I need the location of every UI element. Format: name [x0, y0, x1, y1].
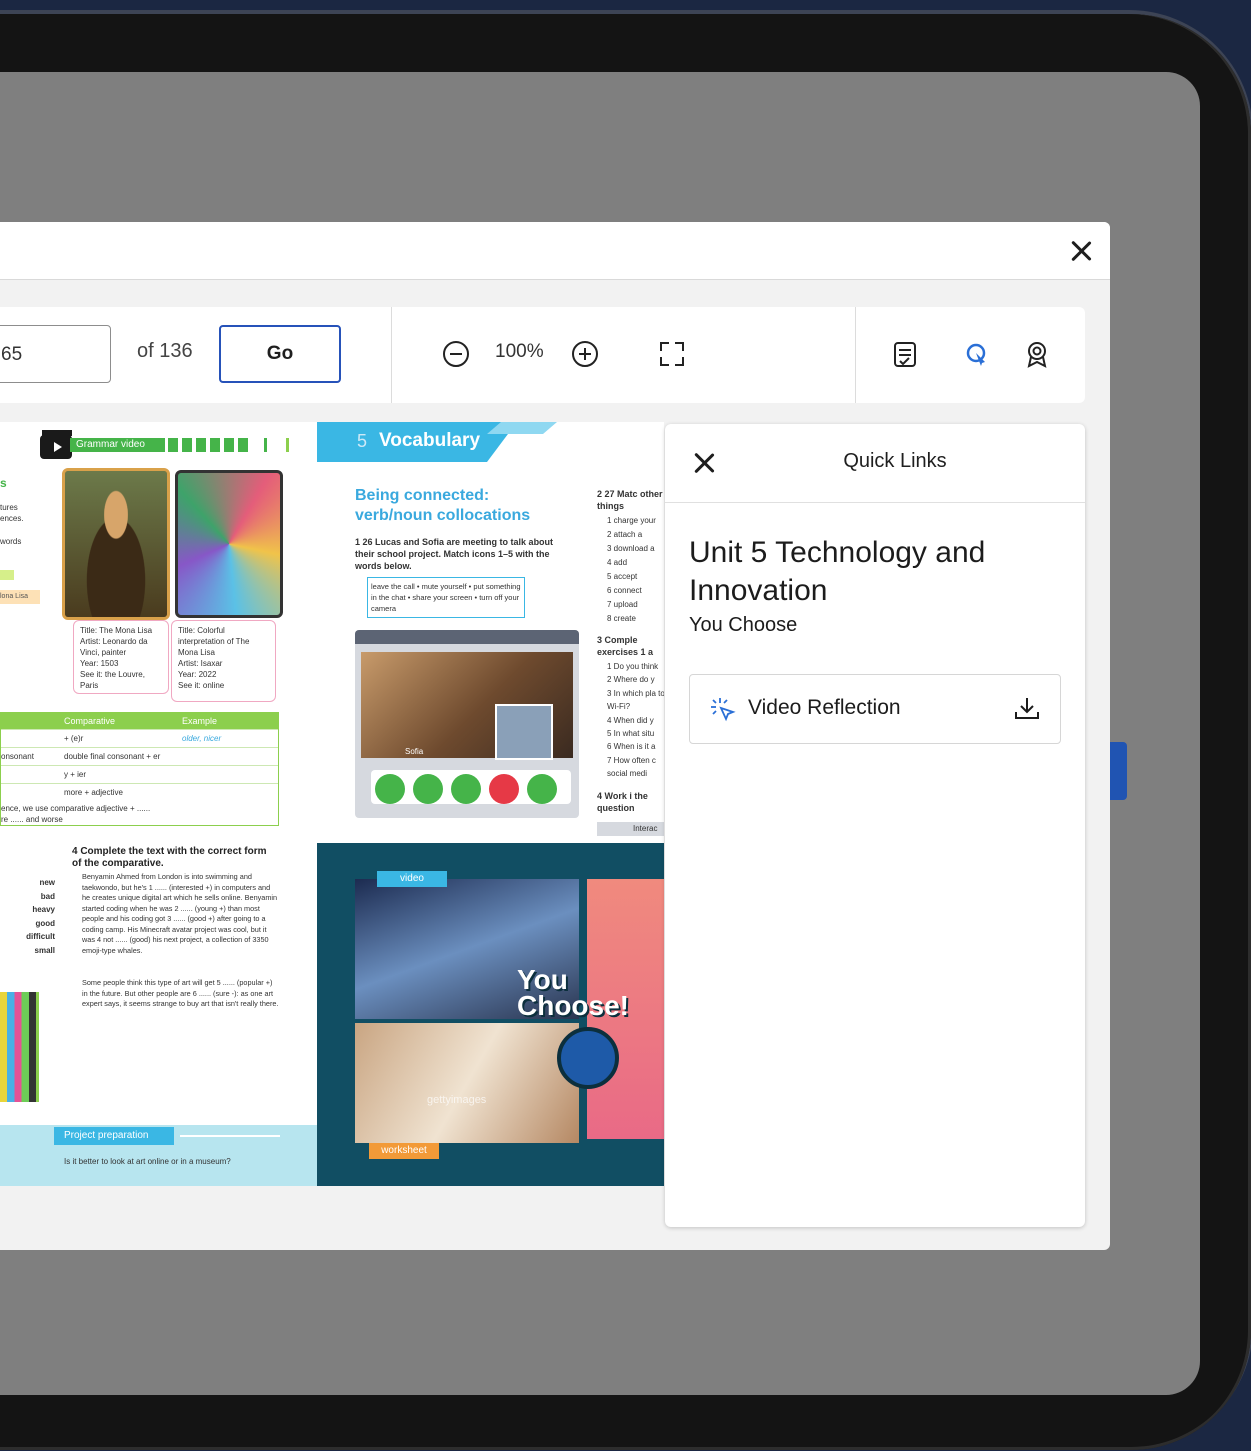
banner-stripes — [168, 438, 248, 452]
book-left-page: Grammar video s tures ences. words lona L… — [0, 422, 317, 1186]
toolbar-divider — [391, 307, 392, 403]
grammar-video-banner[interactable]: Grammar video — [70, 438, 165, 452]
caption-location: See it: the Louvre, Paris — [80, 670, 145, 690]
close-modal-icon[interactable] — [1068, 238, 1094, 264]
sparkle-pointer-icon — [711, 698, 736, 722]
video-label: video — [377, 871, 447, 887]
caption-artist: Artist: Isaxar — [178, 659, 223, 668]
quick-links-panel: Quick Links Unit 5 Technology and Innova… — [665, 424, 1085, 1227]
participant-name: Sofia — [405, 747, 424, 756]
table-row: more + adjective — [1, 783, 278, 801]
toolbar-divider — [855, 307, 856, 403]
worksheet-thumbnail[interactable] — [355, 1023, 579, 1143]
lesson-subtitle: Being connected: verb/noun collocations — [355, 487, 531, 524]
table-row: y + ier — [1, 765, 278, 783]
thumbs-up-badge — [557, 1027, 619, 1089]
book-page-spread: Grammar video s tures ences. words lona L… — [0, 422, 664, 1186]
caption-artist: Artist: Leonardo da Vinci, painter — [80, 637, 148, 657]
ebook-viewer-modal: 65 of 136 Go 100% Grammar video s tures … — [0, 222, 1110, 1250]
award-icon[interactable] — [1024, 341, 1050, 369]
word-list: new bad heavy good difficult small — [26, 878, 55, 955]
unit-title: Unit 5 Technology and Innovation — [689, 536, 986, 607]
table-row: + (e)r older, nicer — [1, 729, 278, 747]
exercise-3-list: 1 Do you think 2 Where do y 3 In which p… — [607, 662, 664, 779]
viewer-toolbar: 65 of 136 Go 100% — [0, 307, 1085, 403]
caption-title: Title: The Mona Lisa — [80, 626, 153, 635]
caption-year: Year: 1503 — [80, 659, 119, 668]
exercise-4-title: 4 Complete the text with the correct for… — [72, 846, 267, 869]
banner-stripe — [264, 438, 267, 452]
table-note: re ...... and worse — [1, 815, 63, 824]
unit-number: 5 — [357, 431, 368, 451]
page-total-label: of 136 — [137, 340, 193, 362]
book-right-page: 5 Vocabulary Being connected: verb/noun … — [317, 422, 664, 1186]
video-reflection-label: Video Reflection — [748, 696, 901, 719]
exercise-4-title: 4 Work i the question — [597, 791, 648, 813]
exercise-2-list: 1 charge your 2 attach a 3 download a 4 … — [607, 516, 656, 623]
notes-icon[interactable] — [893, 341, 919, 369]
exercise-4-text: Benyamin Ahmed from London is into swimm… — [82, 872, 278, 955]
table-header-example: Example — [182, 716, 218, 726]
project-preparation-label: Project preparation — [54, 1127, 174, 1145]
getty-watermark: gettyimages — [427, 1094, 487, 1106]
unit-subtitle: You Choose — [689, 614, 798, 636]
quick-links-header: Quick Links — [665, 424, 1085, 503]
project-progress-line — [180, 1135, 280, 1137]
you-choose-title: You Choose! — [517, 964, 629, 1021]
mona-lisa-painting — [62, 468, 170, 620]
exercise-4-text-2: Some people think this type of art will … — [82, 978, 279, 1008]
interactive-link[interactable]: Interac — [597, 822, 664, 836]
note-tag: lona Lisa — [0, 590, 40, 604]
go-button[interactable]: Go — [219, 325, 341, 383]
painting-caption-1: Title: The Mona Lisa Artist: Leonardo da… — [73, 620, 169, 694]
highlighter-icon[interactable] — [964, 341, 990, 369]
zoom-in-icon[interactable] — [572, 341, 598, 367]
caption-title: Title: Colorful interpretation of The Mo… — [178, 626, 250, 657]
modal-header — [0, 222, 1110, 280]
painting-caption-2: Title: Colorful interpretation of The Mo… — [171, 620, 276, 702]
fullscreen-icon[interactable] — [660, 342, 684, 366]
caption-location: See it: online — [178, 681, 225, 690]
cut-text: tures ences. — [0, 503, 24, 523]
video-reflection-link[interactable]: Video Reflection — [689, 674, 1061, 744]
video-call-illustration: Sofia — [355, 630, 579, 818]
cut-text: words — [0, 537, 22, 546]
table-header: Comparative Example — [1, 713, 278, 729]
zoom-level: 100% — [495, 341, 544, 362]
worksheet-label: worksheet — [369, 1143, 439, 1159]
grammar-table: Comparative Example + (e)r older, nicer … — [0, 712, 279, 826]
table-row: onsonant double final consonant + er — [1, 747, 278, 765]
exercise-3-title: 3 Comple exercises 1 a — [597, 635, 654, 657]
cut-heading: s — [0, 476, 7, 490]
banner-stripe — [286, 438, 289, 452]
quick-links-title: Quick Links — [843, 450, 947, 472]
zoom-out-icon[interactable] — [443, 341, 469, 367]
section-title: Vocabulary — [379, 430, 481, 451]
exercise-1-instruction: 1 26 Lucas and Sofia are meeting to talk… — [355, 537, 554, 571]
highlight-box — [0, 570, 14, 580]
tablet-thumbnail-image — [0, 992, 39, 1102]
page-number-input[interactable]: 65 — [0, 325, 111, 383]
download-icon[interactable] — [1014, 696, 1040, 722]
table-header-comparative: Comparative — [64, 716, 116, 726]
background-button-edge[interactable] — [1108, 742, 1127, 800]
colorful-mona-lisa-painting — [175, 470, 283, 618]
project-question: Is it better to look at art online or in… — [64, 1157, 231, 1166]
caption-year: Year: 2022 — [178, 670, 217, 679]
exercise-2-title: 2 27 Matc other things — [597, 489, 663, 511]
table-note: ence, we use comparative adjective + ...… — [1, 804, 151, 813]
you-choose-video-panel: video gettyimages worksheet You Choose! — [317, 843, 664, 1186]
word-box: leave the call • mute yourself • put som… — [367, 577, 525, 618]
